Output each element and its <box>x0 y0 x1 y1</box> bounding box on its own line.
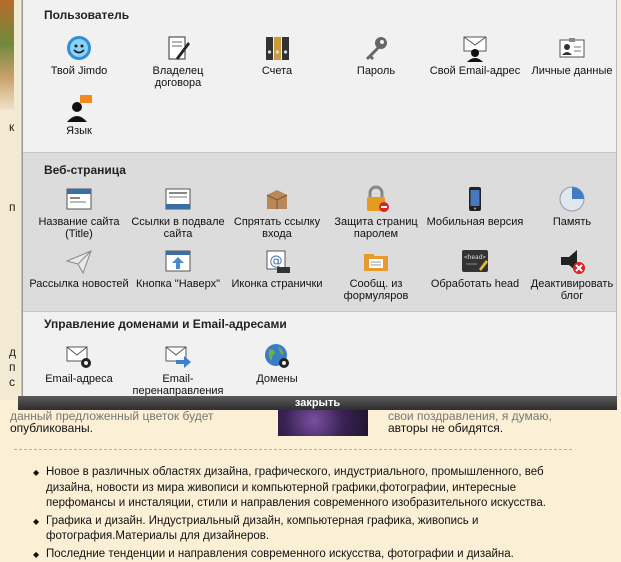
item-label: Название сайта (Title) <box>38 216 120 240</box>
domain-globe-icon <box>263 342 291 370</box>
back-to-top-icon <box>164 247 192 275</box>
footer-links-icon <box>164 185 192 213</box>
item-personal-data[interactable]: Личные данные <box>522 34 621 77</box>
item-label: Email-адреса <box>45 373 113 385</box>
item-storage[interactable]: Память <box>522 185 621 228</box>
item-favicon[interactable]: @ Иконка странички <box>227 247 327 290</box>
item-email-addresses[interactable]: Email-адреса <box>29 342 129 385</box>
svg-text:<head>: <head> <box>464 254 486 261</box>
item-newsletter[interactable]: Рассылка новостей <box>29 247 129 290</box>
settings-modal: Пользователь Твой Jimdo Владелец договор… <box>22 0 617 397</box>
item-password-protection[interactable]: Защита страниц паролем <box>326 185 426 240</box>
item-label: Твой Jimdo <box>50 65 108 77</box>
invoice-binders-icon <box>263 34 291 62</box>
item-label: Язык <box>66 125 92 137</box>
bg-letter: п <box>9 360 16 374</box>
section-title-website: Веб-страница <box>44 163 126 177</box>
item-invoices[interactable]: Счета <box>227 34 327 77</box>
item-email-forwarding[interactable]: Email-перенаправления <box>128 342 228 397</box>
item-label: Рассылка новостей <box>29 278 129 290</box>
list-item: Графика и дизайн. Индустриальный дизайн,… <box>33 514 566 545</box>
item-password[interactable]: Пароль <box>326 34 426 77</box>
form-folder-icon <box>362 247 390 275</box>
section-domains: Управление доменами и Email-адресами Ema… <box>23 312 616 397</box>
close-button[interactable]: закрыть <box>18 396 617 410</box>
item-contract-owner[interactable]: Владелец договора <box>128 34 228 89</box>
item-language[interactable]: Язык <box>29 94 129 137</box>
list-item: Новое в различных областях дизайна, граф… <box>33 465 566 512</box>
item-label: Домены <box>256 373 298 385</box>
item-label: Email-перенаправления <box>132 373 224 397</box>
item-label: Память <box>552 216 592 228</box>
bg-text-right-2: авторы не обидятся. <box>388 421 504 435</box>
item-label: Пароль <box>356 65 396 77</box>
language-user-icon <box>65 94 93 122</box>
item-mobile-version[interactable]: Мобильная версия <box>425 185 525 228</box>
item-your-jimdo[interactable]: Твой Jimdo <box>29 34 129 77</box>
item-label: Защита страниц паролем <box>334 216 418 240</box>
item-label: Сообщ. из формуляров <box>343 278 409 302</box>
section-user: Пользователь Твой Jimdo Владелец договор… <box>23 0 616 150</box>
email-settings-icon <box>65 342 93 370</box>
item-edit-head[interactable]: <head> Обработать head <box>425 247 525 290</box>
id-card-icon <box>558 34 586 62</box>
bg-letter: с <box>9 375 15 389</box>
item-label: Кнопка "Наверх" <box>136 278 220 290</box>
section-title-domains: Управление доменами и Email-адресами <box>44 317 287 331</box>
background-image-strip <box>0 0 14 110</box>
email-forward-icon <box>164 342 192 370</box>
user-email-icon <box>461 34 489 62</box>
paper-plane-icon <box>65 247 93 275</box>
item-label: Владелец договора <box>152 65 204 89</box>
item-form-messages[interactable]: Сообщ. из формуляров <box>326 247 426 302</box>
bg-letter: п <box>9 200 16 214</box>
svg-text:@: @ <box>270 254 283 269</box>
item-back-to-top[interactable]: Кнопка "Наверх" <box>128 247 228 290</box>
item-domains[interactable]: Домены <box>227 342 327 385</box>
storage-pie-icon <box>558 185 586 213</box>
item-label: Обработать head <box>430 278 520 290</box>
item-label: Деактивировать блог <box>530 278 614 302</box>
list-item: Последние тенденции и направления соврем… <box>33 547 566 562</box>
section-website: Веб-страница Название сайта (Title) Ссыл… <box>23 152 616 312</box>
section-title-user: Пользователь <box>44 8 130 22</box>
lock-icon <box>362 185 390 213</box>
favicon-icon: @ <box>263 247 291 275</box>
item-label: Спрятать ссылку входа <box>233 216 321 240</box>
item-label: Счета <box>261 65 293 77</box>
item-hide-login[interactable]: Спрятать ссылку входа <box>227 185 327 240</box>
deactivate-blog-icon <box>558 247 586 275</box>
item-label: Личные данные <box>531 65 613 77</box>
bg-letter: к <box>9 120 15 134</box>
item-site-title[interactable]: Название сайта (Title) <box>29 185 129 240</box>
item-deactivate-blog[interactable]: Деактивировать блог <box>522 247 621 302</box>
key-icon <box>362 34 390 62</box>
head-code-icon: <head> <box>461 247 489 275</box>
mobile-phone-icon <box>461 185 489 213</box>
bg-letter: д <box>9 345 17 359</box>
bg-text-left: опубликованы. <box>10 421 93 435</box>
separator-line <box>14 449 572 450</box>
hide-login-icon <box>263 185 291 213</box>
item-footer-links[interactable]: Ссылки в подвале сайта <box>128 185 228 240</box>
background-sidebar: к п д п с <box>0 0 22 400</box>
item-label: Мобильная версия <box>426 216 524 228</box>
item-label: Иконка странички <box>231 278 323 290</box>
item-own-email[interactable]: Свой Email-адрес <box>425 34 525 77</box>
news-bullet-list: Новое в различных областях дизайна, граф… <box>33 465 566 562</box>
site-title-icon <box>65 185 93 213</box>
contract-owner-icon <box>164 34 192 62</box>
item-label: Ссылки в подвале сайта <box>131 216 225 240</box>
item-label: Свой Email-адрес <box>429 65 521 77</box>
jimdo-smiley-icon <box>65 34 93 62</box>
